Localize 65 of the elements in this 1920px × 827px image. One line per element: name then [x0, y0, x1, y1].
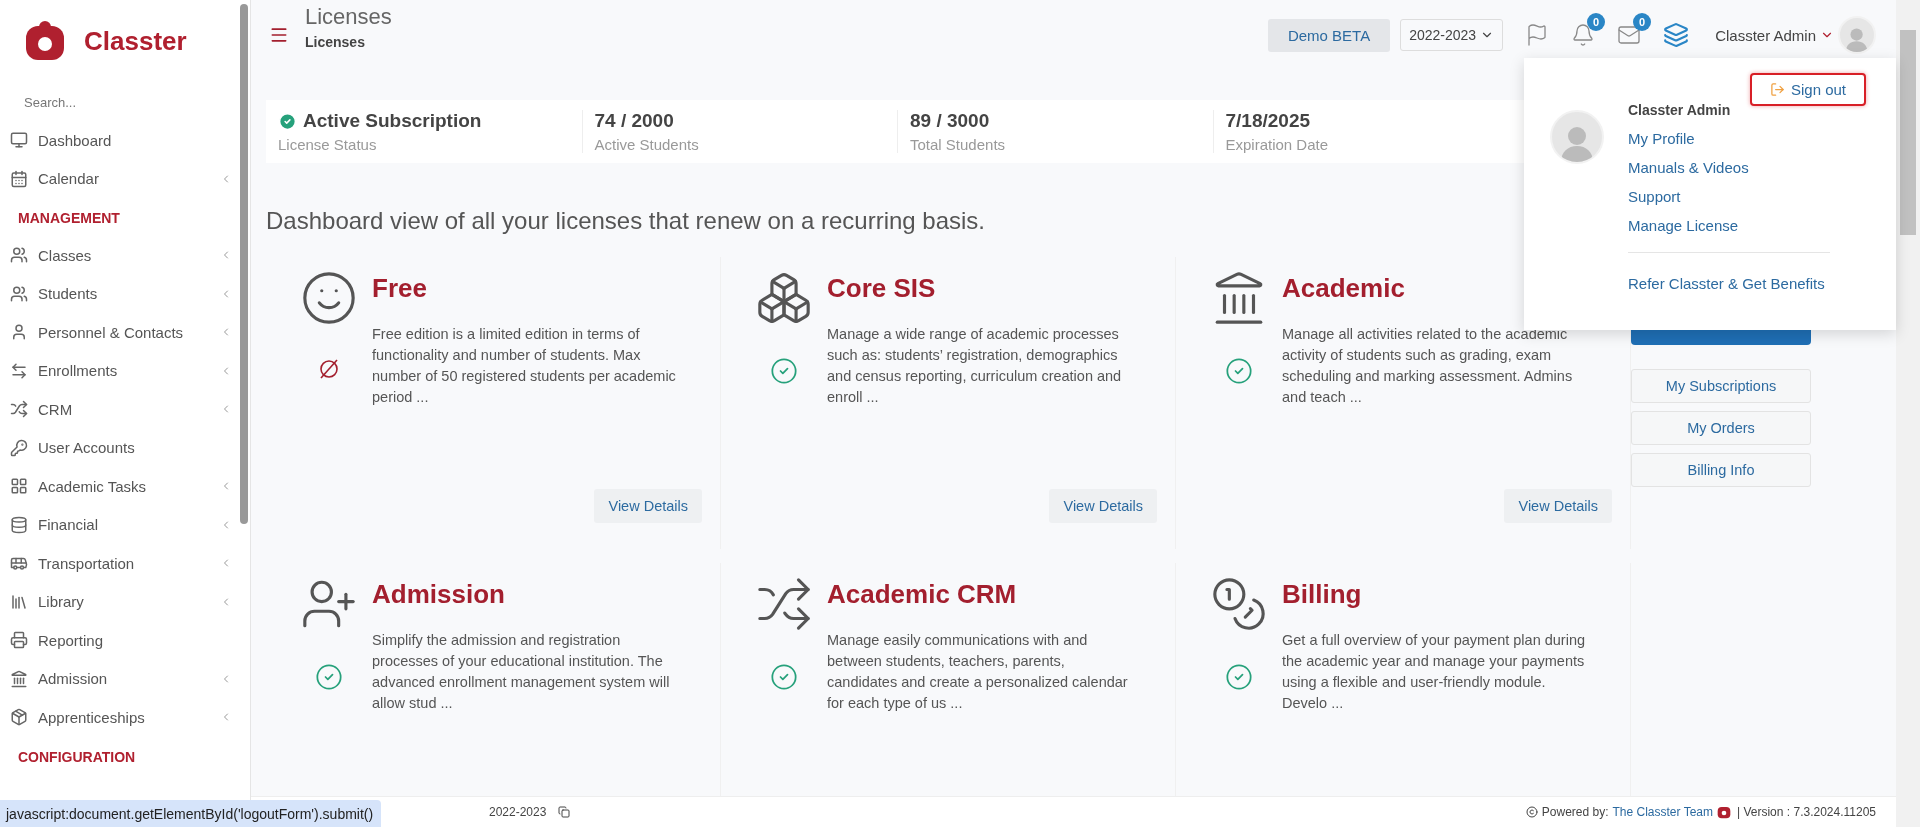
license-title: Academic CRM: [827, 579, 1018, 610]
license-title: Core SIS: [827, 273, 937, 304]
section-heading: MANAGEMENT: [17, 209, 121, 228]
count-badge: 0: [1587, 13, 1606, 31]
menu-link[interactable]: Manage License: [1628, 217, 1830, 234]
license-description: Manage all activities related to the academic activity of students such as grading, exam scheduling and marking assessment. Admins and teach ...: [1282, 325, 1574, 407]
user-name[interactable]: Classter Admin: [1715, 26, 1816, 44]
year-select[interactable]: 2022-2023: [1400, 19, 1504, 51]
status-url: javascript:document.getElementById('logoutForm').submit(): [0, 800, 382, 827]
view-details-button[interactable]: View Details: [1049, 489, 1157, 523]
nav-item[interactable]: Library: [0, 582, 250, 621]
sign-out-button[interactable]: Sign out: [1749, 73, 1866, 106]
license-title: Academic: [1282, 273, 1406, 304]
side-button[interactable]: My Subscriptions: [1631, 369, 1811, 403]
license-description: Manage a wide range of academic processes such as: students’ registration, demographics and census reporting, curriculum creation and enroll ...: [827, 325, 1123, 407]
view-details-button[interactable]: View Details: [594, 489, 702, 523]
user-name: Classter Admin: [1628, 102, 1732, 118]
refer-link[interactable]: Refer Classter & Get Benefits: [1628, 275, 1830, 292]
nav-item[interactable]: Calendar: [0, 159, 250, 198]
stat-value: 89 / 3000: [910, 110, 991, 132]
version-text: | Version : 7.3.2024.11205: [1737, 805, 1876, 819]
nav-item[interactable]: Classes: [0, 236, 250, 275]
menu-link[interactable]: Manuals & Videos: [1628, 159, 1830, 176]
team-link[interactable]: The Classter Team: [1612, 805, 1713, 819]
nav-item[interactable]: CRM: [0, 390, 250, 429]
powered-label: Powered by:: [1541, 805, 1609, 819]
brand-name: Classter: [84, 25, 187, 57]
nav-item[interactable]: Dashboard: [0, 121, 250, 160]
footer-year: 2022-2023: [489, 805, 547, 819]
side-button[interactable]: My Orders: [1631, 411, 1811, 445]
menu-link[interactable]: My Profile: [1628, 130, 1830, 147]
breadcrumb: Licenses: [305, 34, 366, 50]
stat-value: 74 / 2000: [594, 110, 675, 132]
intro-text: Dashboard view of all your licenses that renew on a recurring basis.: [266, 207, 986, 235]
nav-item[interactable]: Financial: [0, 505, 250, 544]
menu-link[interactable]: Support: [1628, 188, 1830, 205]
nav-item[interactable]: Apprenticeships: [0, 698, 250, 737]
nav-item[interactable]: Personnel & Contacts: [0, 313, 250, 352]
search-field[interactable]: Search...: [22, 94, 206, 111]
demo-button[interactable]: Demo BETA: [1267, 18, 1391, 52]
nav-item[interactable]: Reporting: [0, 621, 250, 660]
view-details-button[interactable]: View Details: [1504, 489, 1612, 523]
page-title: Licenses: [305, 4, 393, 30]
stat-label: Active Students: [594, 136, 700, 153]
section-heading: CONFIGURATION: [17, 747, 137, 767]
license-description: Free edition is a limited edition in terms of functionality and number of students. Max number of 50 registered students per academic period ...: [372, 325, 677, 407]
stat-label: License Status: [278, 136, 378, 153]
nav-item[interactable]: Academic Tasks: [0, 467, 250, 506]
license-title: Billing: [1282, 579, 1363, 610]
nav-item[interactable]: Enrollments: [0, 351, 250, 390]
stat-label: Expiration Date: [1225, 136, 1330, 153]
license-description: Manage easily communications with and between students, teachers, parents, candidates and create a personalized calendar for each type of us ...: [827, 631, 1129, 713]
stat-value: Active Subscription: [278, 110, 582, 132]
license-title: Admission: [372, 579, 506, 610]
nav-item[interactable]: Admission: [0, 659, 250, 698]
stat-label: Total Students: [910, 136, 1007, 153]
nav-item[interactable]: User Accounts: [0, 428, 250, 467]
nav-item[interactable]: Students: [0, 274, 250, 313]
count-badge: 0: [1633, 13, 1652, 31]
license-description: Get a full overview of your payment plan during the academic year and manage your payments using a flexible and user-friendly module. Develo ...: [1282, 631, 1587, 713]
side-button[interactable]: Billing Info: [1631, 453, 1811, 487]
nav-item[interactable]: Transportation: [0, 544, 250, 583]
license-description: Simplify the admission and registration processes of your educational institution. The advanced enrollment management system will allow stud ...: [372, 631, 671, 713]
stat-value: 7/18/2025: [1225, 110, 1312, 132]
license-title: Free: [372, 273, 428, 304]
